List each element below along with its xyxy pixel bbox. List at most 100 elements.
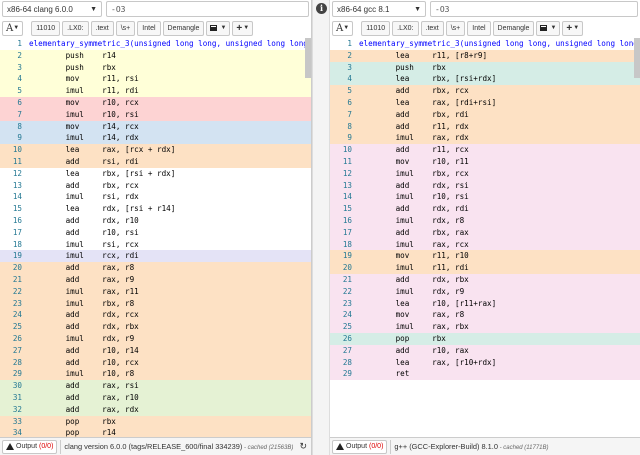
code-line[interactable]: 23 lea r10, [r11+rax] [330,297,640,310]
code-line[interactable]: 11 add rsi, rdi [0,155,311,168]
code-line[interactable]: 7 add rbx, rdi [330,108,640,121]
code-line[interactable]: 15 add rdx, rdi [330,203,640,215]
right-labels-toggle[interactable]: .LX0: [392,20,419,36]
code-line[interactable]: 8 mov r14, rcx [0,120,311,133]
right-directives-toggle[interactable]: .text [420,20,444,36]
pane-splitter[interactable]: i [312,0,330,455]
right-compiler-select[interactable]: x86-64 gcc 8.1 ▼ [332,1,426,17]
code-line[interactable]: 13 add rdx, rsi [330,179,640,192]
code-line[interactable]: 24 mov rax, r8 [330,309,640,322]
code-line[interactable]: 2 lea r11, [r8+r9] [330,49,640,62]
left-directives-toggle[interactable]: .text [90,20,114,36]
code-line[interactable]: 20 add rax, r8 [0,262,311,274]
code-line[interactable]: 17 add rbx, rax [330,226,640,239]
left-binary-toggle[interactable]: 11010 [31,20,61,36]
code-line[interactable]: 18 imul rax, rcx [330,238,640,251]
right-binary-toggle[interactable]: 11010 [361,20,391,36]
code-line[interactable]: 3 push rbx [0,61,311,74]
code-line[interactable]: 23 imul rbx, r8 [0,297,311,310]
right-output-button[interactable]: Output (0/0) [332,439,388,454]
code-line[interactable]: 21 add rax, r9 [0,273,311,286]
left-add-tool-button[interactable]: ▼ [206,20,231,36]
code-line[interactable]: 14 imul r10, rsi [330,191,640,204]
right-comments-toggle[interactable]: \s+ [445,20,466,36]
info-icon[interactable]: i [316,3,327,14]
code-line[interactable]: 21 add rdx, rbx [330,273,640,286]
code-text: add rdx, r10 [29,215,139,225]
output-count: (0/0) [39,443,54,450]
code-line[interactable]: 27 add r10, rax [330,344,640,357]
code-line[interactable]: 25 add rdx, rbx [0,321,311,333]
code-line[interactable]: 26 imul rdx, r9 [0,332,311,345]
code-line[interactable]: 28 add r10, rcx [0,356,311,369]
code-line[interactable]: 9 imul rax, rdx [330,132,640,145]
code-line[interactable]: 22 imul rax, r11 [0,285,311,298]
code-line[interactable]: 34 pop r14 [0,427,311,437]
line-number: 18 [12,239,22,249]
code-line[interactable]: 24 add rdx, rcx [0,309,311,322]
right-font-size-button[interactable]: A ▼ [332,20,354,36]
code-line[interactable]: 26 pop rbx [330,332,640,345]
code-line[interactable]: 4 lea rbx, [rsi+rdx] [330,73,640,86]
right-scrollbar[interactable] [634,38,640,78]
code-line[interactable]: 12 imul rbx, rcx [330,167,640,180]
code-line[interactable]: 1 elementary_symmetric_3(unsigned long lo… [0,38,311,50]
code-line[interactable]: 6 lea rax, [rdi+rsi] [330,96,640,109]
left-compiler-options-input[interactable]: -O3 [106,1,309,17]
code-line[interactable]: 9 imul r14, rdx [0,132,311,145]
left-font-size-button[interactable]: A ▼ [2,20,24,36]
code-line[interactable]: 13 add rbx, rcx [0,179,311,192]
code-line[interactable]: 31 add rax, r10 [0,391,311,404]
code-line[interactable]: 11 mov r10, r11 [330,155,640,168]
code-line[interactable]: 16 imul rdx, r8 [330,214,640,227]
code-line[interactable]: 7 imul r10, rsi [0,108,311,121]
line-number: 25 [12,322,22,332]
code-line[interactable]: 4 mov r11, rsi [0,73,311,86]
code-line[interactable]: 8 add r11, rdx [330,120,640,133]
code-line[interactable]: 20 imul r11, rdi [330,262,640,274]
left-compiler-select[interactable]: x86-64 clang 6.0.0 ▼ [2,1,102,17]
right-add-tool-button[interactable]: ▼ [536,20,561,36]
code-line[interactable]: 12 lea rbx, [rsi + rdx] [0,167,311,180]
code-line[interactable]: 6 mov r10, rcx [0,96,311,109]
code-line[interactable]: 27 add r10, r14 [0,344,311,357]
code-line[interactable]: 5 add rbx, rcx [330,85,640,97]
code-text: add r10, rcx [29,357,139,367]
code-line[interactable]: 10 lea rax, [rcx + rdx] [0,144,311,156]
left-output-button[interactable]: Output (0/0) [2,439,58,454]
left-labels-toggle[interactable]: .LX0: [62,20,89,36]
chevron-down-icon: ▼ [573,25,580,31]
code-line[interactable]: 32 add rax, rdx [0,403,311,416]
code-line[interactable]: 17 add r10, rsi [0,226,311,239]
left-add-new-button[interactable]: + ▼ [232,20,254,36]
code-line[interactable]: 14 imul rsi, rdx [0,191,311,204]
left-scrollbar[interactable] [305,38,311,78]
code-line[interactable]: 22 imul rdx, r9 [330,285,640,298]
right-demangle-toggle[interactable]: Demangle [492,20,535,36]
code-line[interactable]: 16 add rdx, r10 [0,214,311,227]
right-add-new-button[interactable]: + ▼ [562,20,584,36]
right-intel-toggle[interactable]: Intel [467,20,491,36]
code-line[interactable]: 19 imul rcx, rdi [0,250,311,263]
code-line[interactable]: 5 imul r11, rdi [0,85,311,97]
code-line[interactable]: 29 ret [330,368,640,381]
left-comments-toggle[interactable]: \s+ [115,20,136,36]
code-line[interactable]: 33 pop rbx [0,415,311,428]
code-line[interactable]: 1 elementary_symmetric_3(unsigned long lo… [330,38,640,50]
code-line[interactable]: 30 add rax, rsi [0,380,311,392]
code-line[interactable]: 2 push r14 [0,49,311,62]
left-intel-toggle[interactable]: Intel [137,20,161,36]
code-line[interactable]: 25 imul rax, rbx [330,321,640,333]
right-assembly-output[interactable]: 1 elementary_symmetric_3(unsigned long lo… [330,38,640,437]
code-line[interactable]: 28 lea rax, [r10+rdx] [330,356,640,369]
left-assembly-output[interactable]: 1 elementary_symmetric_3(unsigned long lo… [0,38,311,437]
code-line[interactable]: 10 add r11, rcx [330,144,640,156]
code-line[interactable]: 19 mov r11, r10 [330,250,640,263]
right-compiler-options-input[interactable]: -O3 [430,1,638,17]
refresh-icon[interactable]: ↻ [299,441,307,452]
code-line[interactable]: 18 imul rsi, rcx [0,238,311,251]
code-line[interactable]: 15 lea rdx, [rsi + r14] [0,203,311,215]
code-line[interactable]: 3 push rbx [330,61,640,74]
left-demangle-toggle[interactable]: Demangle [162,20,205,36]
code-line[interactable]: 29 imul r10, r8 [0,368,311,381]
